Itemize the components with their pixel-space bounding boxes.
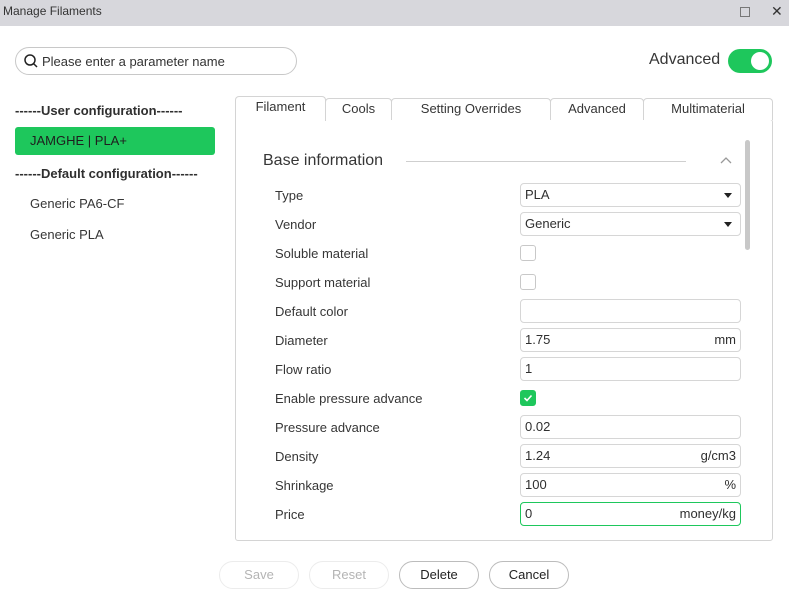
shrinkage-value: 100 <box>525 477 547 492</box>
flow-ratio-label: Flow ratio <box>275 362 332 377</box>
settings-panel: Base information Type PLA Vendor Generic… <box>235 119 773 541</box>
tab-setting-overrides[interactable]: Setting Overrides <box>391 98 551 120</box>
enable-pressure-advance-checkbox[interactable] <box>520 390 536 406</box>
shrinkage-unit: % <box>724 477 736 492</box>
maximize-icon[interactable] <box>740 7 750 17</box>
advanced-toggle[interactable] <box>728 49 772 73</box>
search-box[interactable] <box>15 47 297 75</box>
preset-item-generic-pla[interactable]: Generic PLA <box>15 221 215 249</box>
diameter-label: Diameter <box>275 333 328 348</box>
diameter-input[interactable]: 1.75 mm <box>520 328 741 352</box>
flow-ratio-input[interactable]: 1 <box>520 357 741 381</box>
vendor-value: Generic <box>525 216 571 231</box>
flow-ratio-value: 1 <box>525 361 533 376</box>
dropdown-arrow-icon <box>724 193 732 198</box>
diameter-unit: mm <box>714 332 736 347</box>
preset-item-jamghe-pla-plus[interactable]: JAMGHE | PLA+ <box>15 127 215 155</box>
tab-filament[interactable]: Filament <box>235 96 326 121</box>
default-configuration-header: ------Default configuration------ <box>15 166 198 181</box>
save-button[interactable]: Save <box>219 561 299 589</box>
default-color-input[interactable] <box>520 299 741 323</box>
type-value: PLA <box>525 187 550 202</box>
shrinkage-input[interactable]: 100 % <box>520 473 741 497</box>
chevron-up-icon[interactable] <box>720 154 732 166</box>
search-icon <box>24 54 38 68</box>
pressure-advance-value: 0.02 <box>525 419 551 434</box>
checkmark-icon <box>523 394 533 402</box>
pressure-advance-label: Pressure advance <box>275 420 380 435</box>
section-title: Base information <box>263 152 384 169</box>
window-title: Manage Filaments <box>3 4 102 18</box>
toggle-knob <box>751 52 769 70</box>
title-bar: Manage Filaments ✕ <box>0 0 789 26</box>
price-label: Price <box>275 507 305 522</box>
density-input[interactable]: 1.24 g/cm3 <box>520 444 741 468</box>
support-material-label: Support material <box>275 275 371 290</box>
close-icon[interactable]: ✕ <box>771 3 783 19</box>
price-value: 0 <box>525 506 533 521</box>
density-value: 1.24 <box>525 448 551 463</box>
diameter-value: 1.75 <box>525 332 551 347</box>
reset-button[interactable]: Reset <box>309 561 389 589</box>
enable-pressure-advance-label: Enable pressure advance <box>275 391 423 406</box>
shrinkage-label: Shrinkage <box>275 478 334 493</box>
advanced-label: Advanced <box>649 51 721 68</box>
soluble-material-checkbox[interactable] <box>520 245 536 261</box>
tab-advanced[interactable]: Advanced <box>550 98 644 120</box>
cancel-button[interactable]: Cancel <box>489 561 569 589</box>
soluble-material-label: Soluble material <box>275 246 369 261</box>
type-select[interactable]: PLA <box>520 183 741 207</box>
tab-cools[interactable]: Cools <box>325 98 392 120</box>
support-material-checkbox[interactable] <box>520 274 536 290</box>
vendor-label: Vendor <box>275 217 317 232</box>
price-unit: money/kg <box>679 506 736 521</box>
price-input[interactable]: 0 money/kg <box>520 502 741 526</box>
delete-button[interactable]: Delete <box>399 561 479 589</box>
tab-multimaterial[interactable]: Multimaterial <box>643 98 773 120</box>
default-color-label: Default color <box>275 304 348 319</box>
user-configuration-header: ------User configuration------ <box>15 103 183 118</box>
search-input[interactable] <box>42 51 292 71</box>
dropdown-arrow-icon <box>724 222 732 227</box>
type-label: Type <box>275 188 304 203</box>
section-divider <box>406 161 686 162</box>
vendor-select[interactable]: Generic <box>520 212 741 236</box>
preset-item-generic-pa6-cf[interactable]: Generic PA6-CF <box>15 190 215 218</box>
scrollbar[interactable] <box>745 140 750 250</box>
pressure-advance-input[interactable]: 0.02 <box>520 415 741 439</box>
density-label: Density <box>275 449 319 464</box>
density-unit: g/cm3 <box>700 448 736 463</box>
